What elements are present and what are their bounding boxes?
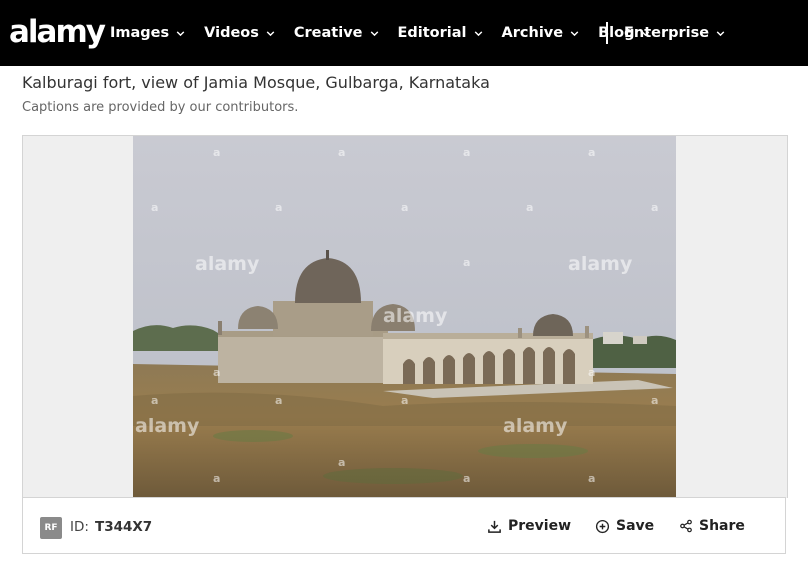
chevron-down-icon	[370, 30, 378, 36]
watermark-a: a	[338, 146, 345, 159]
nav-label-creative: Creative	[293, 25, 363, 41]
nav-item-images[interactable]: Images	[110, 25, 186, 41]
watermark-a: a	[338, 456, 345, 469]
chevron-down-icon	[176, 30, 185, 36]
nav-item-videos[interactable]: Videos	[204, 25, 276, 41]
nav-item-creative[interactable]: Creative	[294, 25, 380, 41]
nav-label-enterprise: Enterprise	[624, 25, 710, 41]
caption-note: Captions are provided by our contributor…	[22, 100, 299, 115]
share-icon	[680, 519, 692, 533]
alamy-logo[interactable]: alamy	[9, 10, 106, 54]
nav-label-videos: Videos	[204, 25, 259, 41]
watermark-a: a	[213, 146, 220, 159]
main-nav: Images Videos Creative Editorial Archive…	[110, 0, 669, 66]
watermark-a: a	[588, 146, 595, 159]
nav-item-archive[interactable]: Archive	[502, 25, 581, 41]
watermark-a: a	[151, 201, 158, 214]
nav-label-editorial: Editorial	[397, 25, 467, 41]
chevron-down-icon	[716, 30, 725, 36]
top-navigation-bar: alamy Images Videos Creative Editorial A…	[0, 0, 808, 66]
share-label: Share	[699, 518, 745, 534]
watermark-alamy: alamy	[135, 415, 200, 437]
preview-label: Preview	[508, 518, 572, 534]
nav-label-images: Images	[110, 25, 170, 41]
nav-item-enterprise[interactable]: Enterprise	[624, 25, 726, 41]
watermark-a: a	[526, 201, 533, 214]
save-label: Save	[616, 518, 655, 534]
nav-divider	[606, 22, 608, 44]
watermark-a: a	[463, 472, 470, 485]
watermark-alamy: alamy	[383, 305, 448, 327]
enterprise-nav: Enterprise	[624, 0, 744, 66]
watermark-a: a	[463, 146, 470, 159]
royalty-free-badge: RF	[40, 517, 62, 539]
watermark-a: a	[213, 366, 220, 379]
save-button[interactable]: Save	[595, 518, 654, 534]
watermark-a: a	[213, 472, 220, 485]
preview-button[interactable]: Preview	[487, 518, 571, 534]
image-id-label: ID:	[70, 519, 89, 535]
watermark-a: a	[151, 394, 158, 407]
image-details-bar: RF ID: T344X7 Preview Save Share	[22, 497, 786, 554]
watermark-a: a	[401, 394, 408, 407]
image-title: Kalburagi fort, view of Jamia Mosque, Gu…	[22, 73, 490, 92]
watermark-alamy: alamy	[568, 253, 633, 275]
share-button[interactable]: Share	[679, 518, 745, 534]
jamia-mosque-photo: alamy alamy alamy alamy alamy a a a a a …	[133, 136, 676, 497]
watermark-a: a	[275, 394, 282, 407]
watermark-a: a	[463, 256, 470, 269]
download-icon	[488, 520, 501, 533]
watermark-a: a	[651, 201, 658, 214]
plus-circle-icon	[595, 519, 610, 533]
watermark-a: a	[651, 394, 658, 407]
chevron-down-icon	[266, 30, 275, 36]
nav-label-archive: Archive	[501, 25, 564, 41]
watermark-a: a	[588, 366, 595, 379]
image-id-value: T344X7	[95, 519, 153, 535]
chevron-down-icon	[570, 30, 579, 36]
chevron-down-icon	[474, 30, 482, 36]
stock-photo[interactable]: alamy alamy alamy alamy alamy a a a a a …	[133, 136, 676, 497]
nav-item-editorial[interactable]: Editorial	[398, 25, 484, 41]
watermark-alamy: alamy	[195, 253, 260, 275]
watermark-a: a	[588, 472, 595, 485]
watermark-a: a	[275, 201, 282, 214]
watermark-alamy: alamy	[503, 415, 568, 437]
watermark-a: a	[401, 201, 408, 214]
